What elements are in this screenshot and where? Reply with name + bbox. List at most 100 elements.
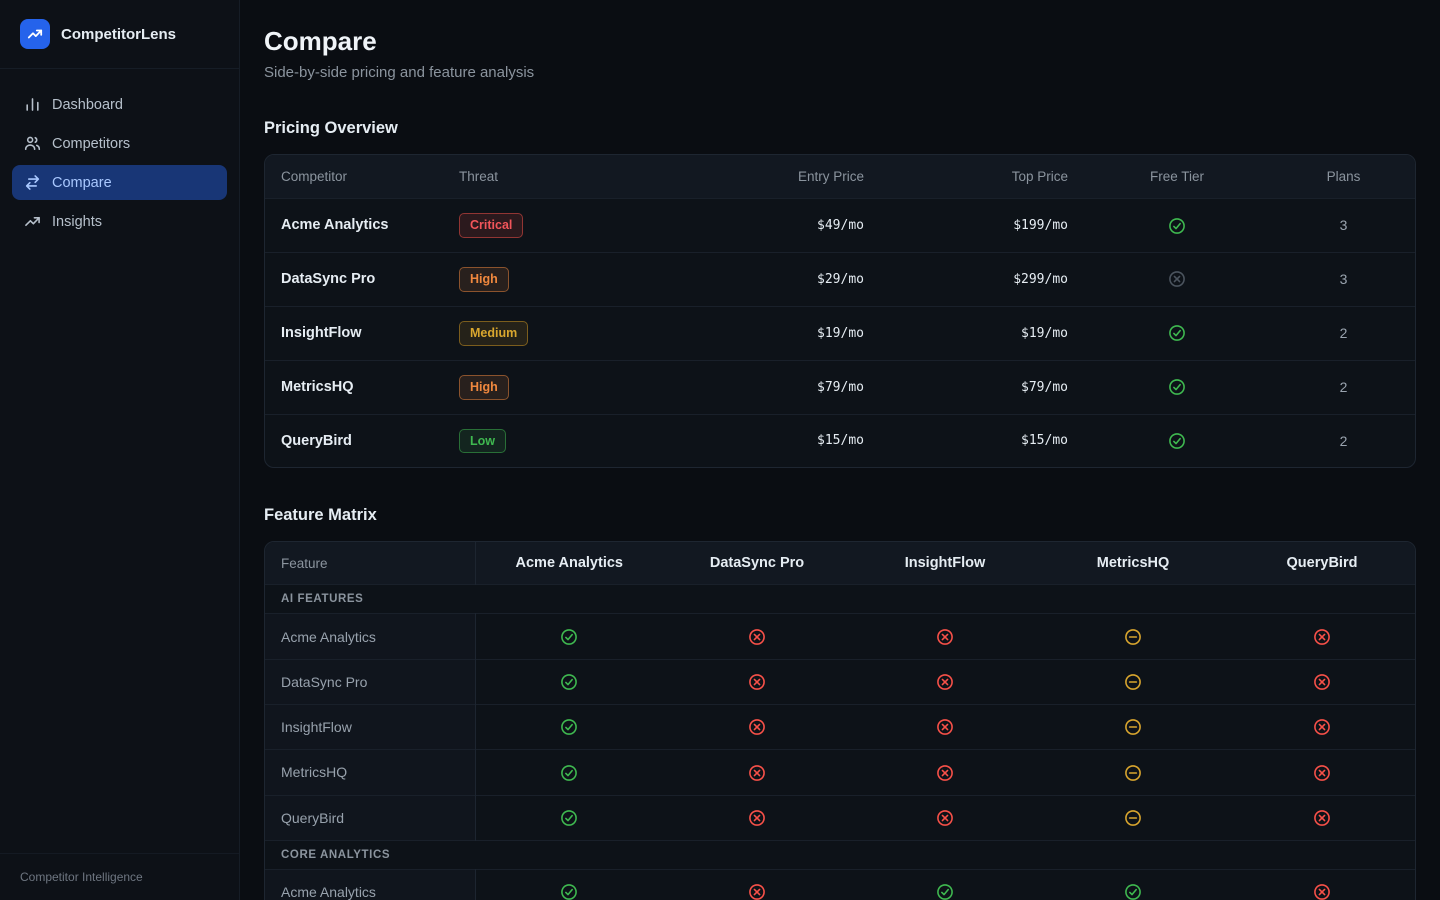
feature-status <box>1227 750 1416 795</box>
plans-count: 2 <box>1270 414 1416 467</box>
x-circle-icon <box>1313 883 1331 900</box>
x-circle-icon <box>748 764 766 782</box>
feature-row: Acme Analytics <box>265 614 1416 659</box>
feature-matrix-heading: Feature Matrix <box>264 506 1416 525</box>
top-price: $299/mo <box>880 252 1084 306</box>
feature-status <box>475 750 663 795</box>
threat-cell: High <box>443 360 707 414</box>
sidebar-item-competitors[interactable]: Competitors <box>12 126 227 161</box>
pricing-column-header: Competitor <box>265 155 443 199</box>
x-circle-icon <box>936 764 954 782</box>
trending-up-icon <box>24 213 41 230</box>
feature-name: MetricsHQ <box>265 750 475 795</box>
feature-group-label: CORE ANALYTICS <box>265 840 1416 869</box>
top-price: $199/mo <box>880 199 1084 253</box>
feature-status <box>475 704 663 749</box>
matrix-column-header: MetricsHQ <box>1039 542 1227 585</box>
free-tier-status <box>1084 252 1270 306</box>
page-title: Compare <box>264 26 1416 57</box>
feature-group-label: AI FEATURES <box>265 585 1416 614</box>
matrix-column-header: InsightFlow <box>851 542 1039 585</box>
matrix-column-header: Feature <box>265 542 475 585</box>
minus-circle-icon <box>1124 718 1142 736</box>
check-circle-icon <box>1168 217 1186 235</box>
sidebar-item-compare[interactable]: Compare <box>12 165 227 200</box>
matrix-column-header: QueryBird <box>1227 542 1416 585</box>
feature-status <box>1039 869 1227 900</box>
top-price: $19/mo <box>880 306 1084 360</box>
x-circle-icon <box>936 809 954 827</box>
minus-circle-icon <box>1124 628 1142 646</box>
check-circle-icon <box>560 883 578 900</box>
feature-status <box>1039 795 1227 840</box>
feature-group-header: CORE ANALYTICS <box>265 840 1416 869</box>
sidebar-nav: Dashboard Competitors Compare Insights <box>0 69 239 853</box>
top-price: $79/mo <box>880 360 1084 414</box>
feature-row: QueryBird <box>265 795 1416 840</box>
feature-row: MetricsHQ <box>265 750 1416 795</box>
feature-status <box>851 869 1039 900</box>
check-circle-icon <box>560 673 578 691</box>
x-circle-icon <box>748 718 766 736</box>
pricing-column-header: Free Tier <box>1084 155 1270 199</box>
feature-status <box>851 614 1039 659</box>
feature-status <box>1039 704 1227 749</box>
pricing-header-row: CompetitorThreatEntry PriceTop PriceFree… <box>265 155 1416 199</box>
pricing-column-header: Plans <box>1270 155 1416 199</box>
check-circle-icon <box>560 809 578 827</box>
check-circle-icon <box>936 883 954 900</box>
plans-count: 2 <box>1270 360 1416 414</box>
feature-row: Acme Analytics <box>265 869 1416 900</box>
threat-badge: High <box>459 267 509 292</box>
competitor-name: MetricsHQ <box>265 360 443 414</box>
feature-status <box>663 795 851 840</box>
x-circle-icon <box>748 628 766 646</box>
free-tier-status <box>1084 306 1270 360</box>
pricing-row: QueryBirdLow$15/mo$15/mo2 <box>265 414 1416 467</box>
feature-status <box>475 795 663 840</box>
feature-status <box>1039 614 1227 659</box>
competitor-name: InsightFlow <box>265 306 443 360</box>
app-root: CompetitorLens Dashboard Competitors Compa… <box>0 0 1440 900</box>
users-icon <box>24 135 41 152</box>
feature-status <box>1227 659 1416 704</box>
check-circle-icon <box>1168 324 1186 342</box>
threat-cell: Critical <box>443 199 707 253</box>
feature-status <box>851 750 1039 795</box>
feature-row: InsightFlow <box>265 704 1416 749</box>
feature-status <box>663 704 851 749</box>
threat-badge: Low <box>459 429 506 454</box>
check-circle-icon <box>560 718 578 736</box>
sidebar-item-label: Compare <box>52 175 112 191</box>
entry-price: $49/mo <box>707 199 880 253</box>
x-circle-icon <box>748 809 766 827</box>
sidebar-item-insights[interactable]: Insights <box>12 204 227 239</box>
feature-status <box>475 614 663 659</box>
threat-badge: Medium <box>459 321 528 346</box>
sidebar-item-dashboard[interactable]: Dashboard <box>12 87 227 122</box>
sidebar-item-label: Competitors <box>52 136 130 152</box>
feature-name: Acme Analytics <box>265 869 475 900</box>
entry-price: $29/mo <box>707 252 880 306</box>
feature-matrix-card: FeatureAcme AnalyticsDataSync ProInsight… <box>264 541 1416 900</box>
feature-status <box>1227 869 1416 900</box>
entry-price: $19/mo <box>707 306 880 360</box>
sidebar-footer-label: Competitor Intelligence <box>0 853 239 900</box>
free-tier-status <box>1084 414 1270 467</box>
entry-price: $15/mo <box>707 414 880 467</box>
pricing-overview-heading: Pricing Overview <box>264 119 1416 138</box>
top-price: $15/mo <box>880 414 1084 467</box>
x-circle-icon <box>1313 673 1331 691</box>
feature-status <box>1039 750 1227 795</box>
x-circle-icon <box>748 673 766 691</box>
sidebar-item-label: Dashboard <box>52 97 123 113</box>
plans-count: 3 <box>1270 252 1416 306</box>
x-circle-icon <box>1313 628 1331 646</box>
feature-status <box>1227 704 1416 749</box>
threat-badge: High <box>459 375 509 400</box>
pricing-table-card: CompetitorThreatEntry PriceTop PriceFree… <box>264 154 1416 468</box>
pricing-row: MetricsHQHigh$79/mo$79/mo2 <box>265 360 1416 414</box>
minus-circle-icon <box>1124 673 1142 691</box>
brand: CompetitorLens <box>0 0 239 69</box>
feature-name: Acme Analytics <box>265 614 475 659</box>
